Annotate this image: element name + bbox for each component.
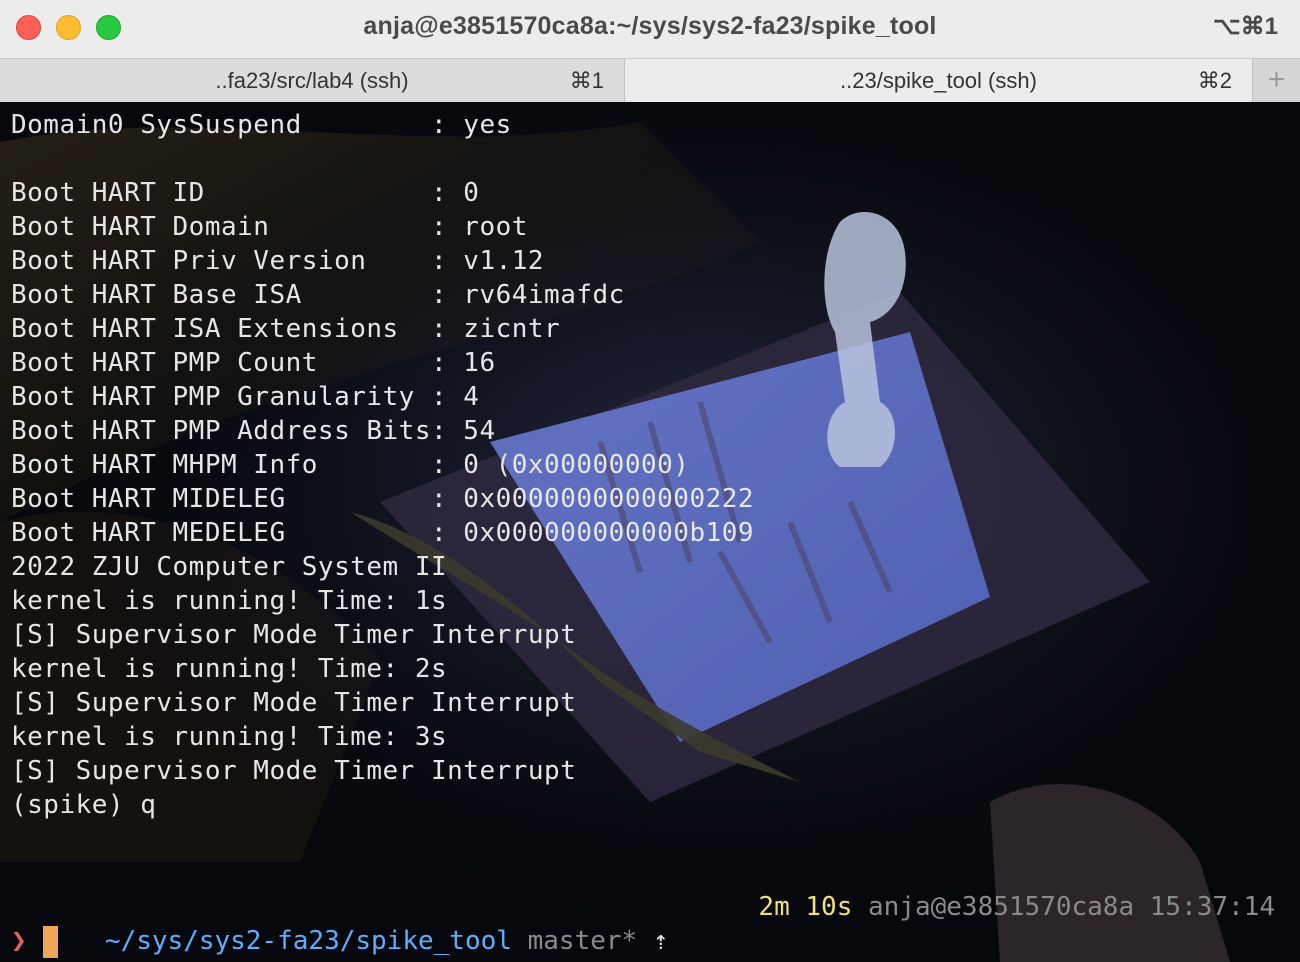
terminal-line: kernel is running! Time: 1s [11, 586, 448, 616]
prompt-time: 15:37:14 [1149, 892, 1275, 922]
new-tab-button[interactable]: + [1252, 59, 1300, 102]
terminal-line: Boot HART MIDELEG : 0x0000000000000222 [11, 484, 755, 514]
text-cursor [43, 926, 58, 958]
terminal-line: kernel is running! Time: 2s [11, 654, 448, 684]
terminal-line: Boot HART PMP Address Bits: 54 [11, 416, 496, 446]
terminal-line: [S] Supervisor Mode Timer Interrupt [11, 688, 577, 718]
terminal-line: Boot HART Domain : root [11, 212, 528, 242]
tab-lab4[interactable]: ..fa23/src/lab4 (ssh) ⌘1 [0, 59, 625, 102]
title-bar: anja@e3851570ca8a:~/sys/sys2-fa23/spike_… [0, 0, 1300, 58]
prompt-symbol: ❯ [11, 926, 27, 956]
terminal-line: [S] Supervisor Mode Timer Interrupt [11, 620, 577, 650]
shell-prompt-status: ~/sys/sys2-fa23/spike_tool master* ⇡ 2m … [11, 890, 1291, 956]
window-title: anja@e3851570ca8a:~/sys/sys2-fa23/spike_… [363, 12, 937, 40]
terminal-line: kernel is running! Time: 3s [11, 722, 448, 752]
terminal-area[interactable]: Domain0 SysSuspend : yes Boot HART ID : 0… [0, 102, 1300, 962]
terminal-line: 2022 ZJU Computer System II [11, 552, 448, 582]
terminal-line: Boot HART ISA Extensions : zicntr [11, 314, 561, 344]
tab-label: ..23/spike_tool (ssh) [840, 68, 1037, 93]
terminal-window: anja@e3851570ca8a:~/sys/sys2-fa23/spike_… [0, 0, 1300, 962]
terminal-line: (spike) q [11, 790, 157, 820]
prompt-right-info: 2m 10s anja@e3851570ca8a 15:37:14 [758, 890, 1275, 924]
terminal-line: Domain0 SysSuspend : yes [11, 110, 512, 140]
terminal-line: Boot HART Priv Version : v1.12 [11, 246, 545, 276]
terminal-line: Boot HART Base ISA : rv64imafdc [11, 280, 625, 310]
tab-shortcut: ⌘2 [1197, 68, 1232, 93]
tab-shortcut: ⌘1 [569, 68, 604, 93]
terminal-line: Boot HART MEDELEG : 0x000000000000b109 [11, 518, 755, 548]
tab-label: ..fa23/src/lab4 (ssh) [215, 68, 409, 93]
terminal-line: Boot HART MHPM Info : 0 (0x00000000) [11, 450, 690, 480]
window-shortcut: ⌥⌘1 [1212, 13, 1278, 40]
tab-bar: ..fa23/src/lab4 (ssh) ⌘1 ..23/spike_tool… [0, 58, 1300, 102]
terminal-line: [S] Supervisor Mode Timer Interrupt [11, 756, 577, 786]
terminal-line: Boot HART PMP Granularity : 4 [11, 382, 480, 412]
shell-prompt-input[interactable]: ❯ [11, 924, 58, 958]
git-ahead-arrow-icon: ⇡ [652, 926, 669, 956]
terminal-line: Boot HART ID : 0 [11, 178, 480, 208]
tab-spike-tool[interactable]: ..23/spike_tool (ssh) ⌘2 [625, 59, 1252, 102]
command-duration: 2m 10s [758, 892, 853, 922]
prompt-host: anja@e3851570ca8a [868, 892, 1135, 922]
prompt-path: ~/sys/sys2-fa23/spike_tool [104, 926, 512, 956]
terminal-line: Boot HART PMP Count : 16 [11, 348, 496, 378]
terminal-output: Domain0 SysSuspend : yes Boot HART ID : 0… [11, 108, 754, 822]
git-branch: master* [527, 926, 638, 956]
